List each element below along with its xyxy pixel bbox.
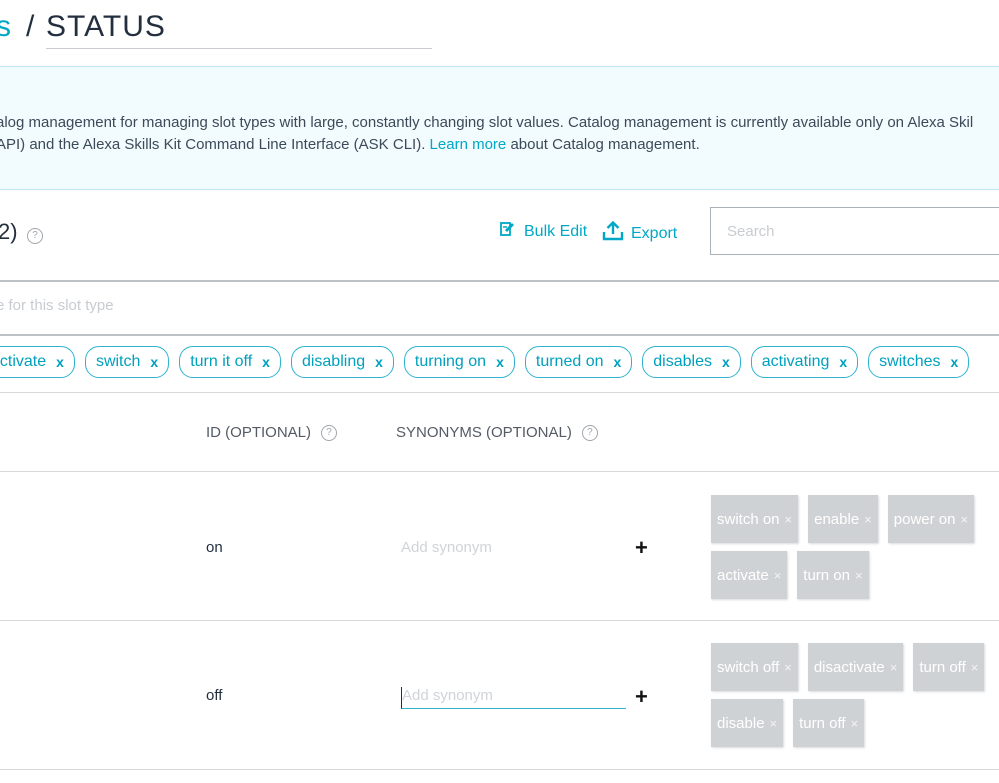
synonym-tag-label: power on (893, 510, 956, 528)
chip-label: turn it off (190, 353, 253, 370)
close-icon[interactable]: x (722, 354, 730, 370)
synonym-tag-label: switch on (717, 510, 780, 528)
close-icon[interactable]: x (951, 354, 959, 370)
close-icon[interactable]: × (855, 568, 863, 583)
row-id-on[interactable]: on (206, 539, 223, 556)
synonym-tag[interactable]: turn off × (913, 643, 985, 691)
close-icon[interactable]: x (56, 354, 64, 370)
close-icon[interactable]: × (770, 716, 778, 731)
close-icon[interactable]: × (864, 512, 872, 527)
close-icon[interactable]: × (784, 660, 792, 675)
bulk-edit-button[interactable]: Bulk Edit (499, 221, 587, 242)
chip-label: turning on (414, 353, 487, 370)
bulk-edit-icon (499, 221, 515, 242)
help-icon[interactable]: ? (321, 424, 338, 441)
column-header-synonyms: SYNONYMS (OPTIONAL) ? (396, 424, 598, 441)
slot-values-count: 2) (0, 219, 18, 244)
slot-value-input[interactable] (0, 296, 698, 315)
page-title: STATUS (46, 10, 166, 43)
export-label: Export (631, 224, 678, 242)
banner-line-2-suffix: about Catalog management. (510, 136, 700, 153)
suggestion-chip-switch[interactable]: switch x (84, 346, 170, 378)
divider (0, 471, 999, 472)
chip-label: disabling (301, 353, 366, 370)
search-input[interactable] (710, 207, 999, 255)
synonym-tag[interactable]: power on × (887, 495, 975, 543)
chip-label: switches (879, 353, 941, 370)
breadcrumb-link[interactable]: s (0, 10, 11, 44)
close-icon[interactable]: × (890, 660, 898, 675)
close-icon[interactable]: × (774, 568, 782, 583)
chip-label: turned on (535, 353, 604, 370)
suggestion-chip-turning-on[interactable]: turning on x (403, 346, 515, 378)
column-header-synonyms-label: SYNONYMS (OPTIONAL) (396, 424, 572, 441)
chip-label: switch (95, 353, 141, 370)
add-synonym-input[interactable] (401, 539, 625, 560)
suggestion-chip-turned-on[interactable]: turned on x (524, 346, 633, 378)
close-icon[interactable]: × (960, 512, 968, 527)
help-icon[interactable]: ? (27, 228, 43, 244)
suggestion-chip-switches[interactable]: switches x (868, 346, 970, 378)
suggestion-chip-disables[interactable]: disables x (642, 346, 741, 378)
synonym-tag[interactable]: switch on × (711, 495, 799, 543)
synonym-tag[interactable]: activate × (711, 551, 788, 599)
divider (0, 392, 999, 393)
chip-label: activate (0, 353, 47, 370)
banner-line-2: API) and the Alexa Skills Kit Command Li… (0, 134, 999, 156)
synonym-tag[interactable]: enable × (808, 495, 878, 543)
slot-type-name-field[interactable]: STATUS (46, 8, 432, 49)
close-icon[interactable]: x (150, 354, 158, 370)
synonym-tag-label: turn off (799, 714, 846, 732)
close-icon[interactable]: x (375, 354, 383, 370)
divider (0, 769, 999, 770)
help-icon[interactable]: ? (581, 424, 598, 441)
synonym-tags: switch off × disactivate × turn off × disab… (711, 643, 999, 747)
close-icon[interactable]: × (851, 716, 859, 731)
banner-text: alog management for managing slot types … (0, 112, 999, 156)
row-id-off[interactable]: off (206, 687, 222, 704)
export-icon (602, 220, 624, 246)
bulk-edit-label: Bulk Edit (524, 222, 588, 240)
synonym-tag[interactable]: disactivate × (807, 643, 904, 691)
close-icon[interactable]: × (785, 512, 793, 527)
synonym-tag[interactable]: switch off × (711, 643, 798, 691)
suggestion-chip-disabling[interactable]: disabling x (290, 346, 394, 378)
close-icon[interactable]: x (262, 354, 270, 370)
breadcrumb-separator: / (26, 10, 35, 43)
add-synonym-button[interactable]: + (635, 684, 648, 710)
banner-line-2-text: API) and the Alexa Skills Kit Command Li… (0, 136, 426, 153)
export-button[interactable]: Export (602, 220, 678, 246)
learn-more-link[interactable]: Learn more (430, 136, 507, 153)
suggestion-chip-activate[interactable]: activate x (0, 346, 75, 378)
chip-label: activating (761, 353, 830, 370)
divider (0, 620, 999, 621)
synonym-tag-label: disactivate (813, 658, 885, 676)
synonym-tag-label: turn on (803, 566, 850, 584)
column-header-id: ID (OPTIONAL) ? (206, 424, 338, 441)
synonym-tag-label: enable (814, 510, 860, 528)
close-icon[interactable]: × (971, 660, 979, 675)
synonym-tag[interactable]: turn off × (793, 699, 865, 747)
synonym-tag-label: turn off (919, 658, 966, 676)
synonym-tag-label: activate (717, 566, 769, 584)
synonym-tags: switch on × enable × power on × activate × t… (711, 495, 999, 599)
close-icon[interactable]: x (496, 354, 504, 370)
synonym-tag-label: disable (717, 714, 765, 732)
synonym-tag[interactable]: turn on × (797, 551, 869, 599)
synonym-tag[interactable]: disable × (711, 699, 784, 747)
column-header-id-label: ID (OPTIONAL) (206, 424, 312, 441)
synonym-tag-label: switch off (717, 658, 780, 676)
suggested-values: activatex switchx turn it offx disabling… (0, 346, 970, 378)
chip-label: disables (653, 353, 712, 370)
suggestion-chip-turn-it-off[interactable]: turn it off x (179, 346, 281, 378)
close-icon[interactable]: x (613, 354, 621, 370)
add-synonym-input[interactable] (401, 687, 626, 709)
suggestion-chip-activating[interactable]: activating x (750, 346, 859, 378)
banner-line-1: alog management for managing slot types … (0, 114, 974, 131)
close-icon[interactable]: x (839, 354, 847, 370)
add-synonym-button[interactable]: + (635, 535, 648, 561)
